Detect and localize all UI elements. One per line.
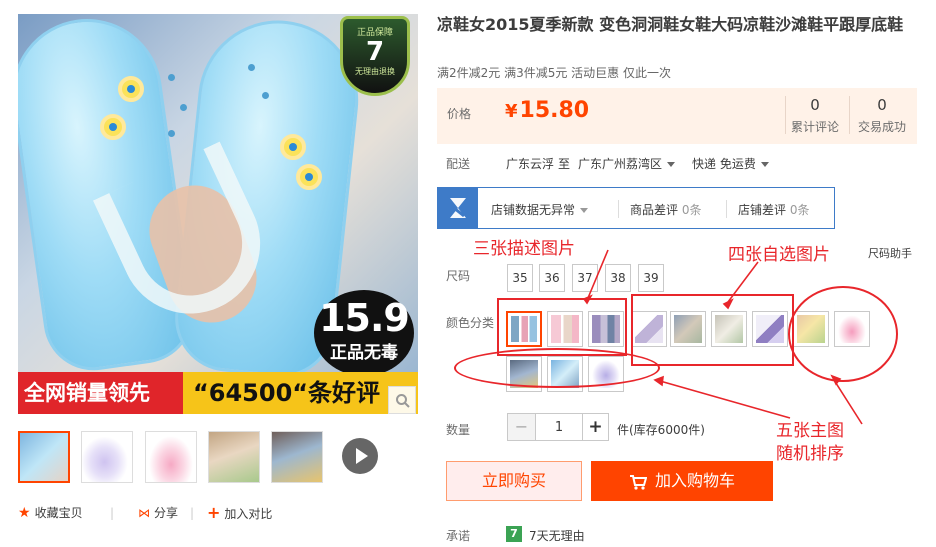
stock-text: 件(库存6000件) <box>617 423 705 437</box>
annotation-three-desc: 三张描述图片 <box>473 239 575 259</box>
buy-now-button[interactable]: 立即购买 <box>446 461 582 501</box>
quantity-label: 数量 <box>446 423 471 437</box>
quantity-plus-button[interactable]: + <box>582 414 608 440</box>
quantity-input[interactable] <box>536 414 582 440</box>
cart-icon <box>629 475 648 490</box>
seven-day-icon: 7 <box>506 526 522 542</box>
add-to-cart-button[interactable]: 加入购物车 <box>591 461 773 501</box>
promise-label: 承诺 <box>446 529 471 543</box>
quantity-minus-button[interactable]: − <box>508 414 536 440</box>
add-cart-label: 加入购物车 <box>654 471 735 490</box>
promise-text[interactable]: 7天无理由 <box>529 527 585 544</box>
annotation-five-main-1: 五张主图 <box>776 421 844 441</box>
annotation-four-custom: 四张自选图片 <box>728 245 830 265</box>
annotation-five-main-2: 随机排序 <box>776 444 844 464</box>
quantity-stepper: − + <box>507 413 609 441</box>
